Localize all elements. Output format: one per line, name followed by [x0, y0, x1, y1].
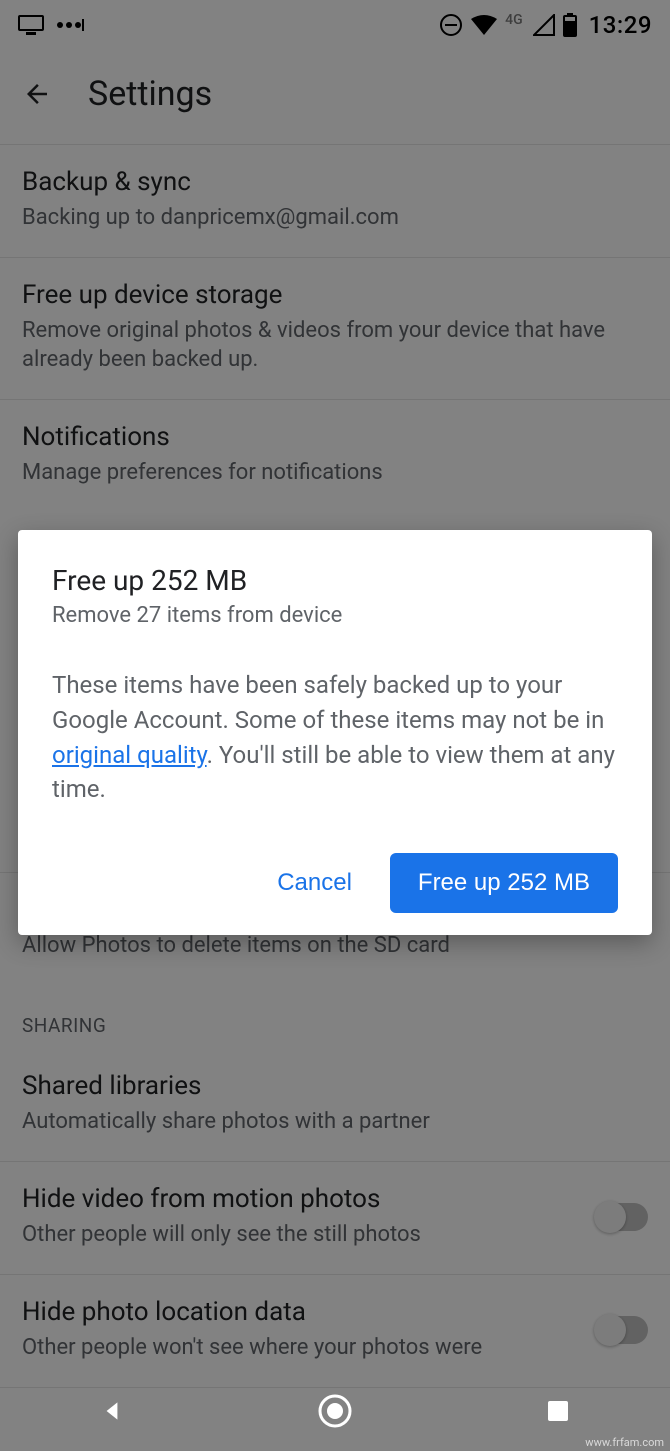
dialog-body: These items have been safely backed up t… — [52, 668, 618, 807]
nav-back-button[interactable] — [92, 1391, 132, 1431]
original-quality-link[interactable]: original quality — [52, 741, 207, 769]
nav-recent-button[interactable] — [538, 1391, 578, 1431]
dialog-title: Free up 252 MB — [52, 564, 618, 597]
cancel-button[interactable]: Cancel — [263, 859, 366, 907]
watermark: www.frfam.com — [585, 1436, 664, 1449]
screen: 4G 13:29 Settings Backup & sync Backing … — [0, 0, 670, 1451]
dialog-body-text: These items have been safely backed up t… — [52, 671, 604, 734]
dialog-subtitle: Remove 27 items from device — [52, 603, 618, 628]
dialog-actions: Cancel Free up 252 MB — [52, 853, 618, 913]
nav-home-button[interactable] — [315, 1391, 355, 1431]
system-nav-bar — [0, 1371, 670, 1451]
free-up-dialog: Free up 252 MB Remove 27 items from devi… — [18, 530, 652, 935]
confirm-free-up-button[interactable]: Free up 252 MB — [390, 853, 618, 913]
